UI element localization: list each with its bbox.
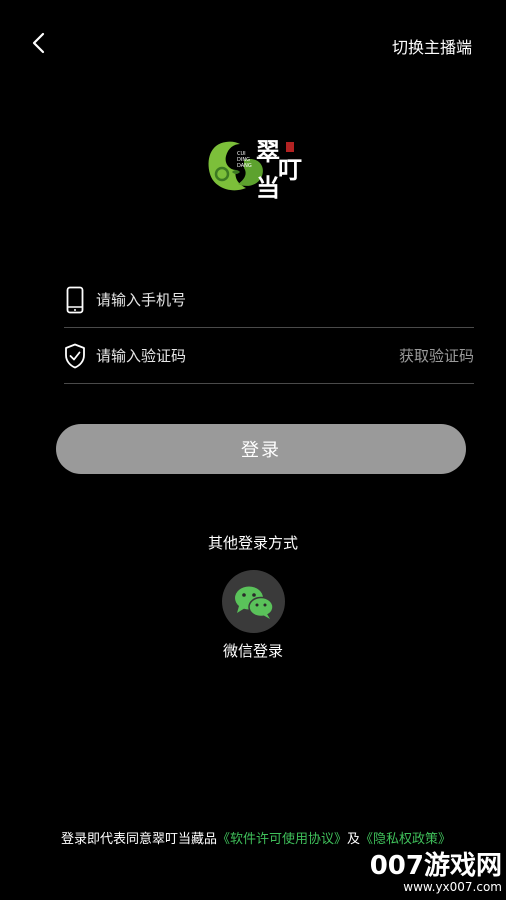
svg-text:翠: 翠 (256, 137, 280, 166)
watermark-brand: 007游戏网 (369, 851, 502, 881)
switch-anchor-link[interactable]: 切换主播端 (392, 34, 472, 58)
agreement-and: 及 (347, 832, 361, 847)
get-code-button[interactable]: 获取验证码 (399, 345, 474, 366)
watermark: 007游戏网 www.yx007.com (370, 852, 502, 894)
svg-text:DANG: DANG (237, 163, 252, 169)
svg-text:当: 当 (256, 173, 280, 200)
wechat-login-button[interactable] (222, 570, 285, 633)
agreement-text: 登录即代表同意翠叮当藏品《软件许可使用协议》及《隐私权政策》 (56, 832, 456, 848)
chevron-left-icon (32, 32, 45, 54)
back-button[interactable] (28, 30, 50, 56)
phone-field (64, 272, 474, 328)
watermark-url: www.yx007.com (403, 880, 502, 894)
software-license-link[interactable]: 《软件许可使用协议》 (217, 832, 347, 847)
shield-check-icon (64, 342, 86, 370)
other-login-title: 其他登录方式 (207, 534, 298, 552)
app-logo: CUI DING DANG 翠 叮 当 (204, 130, 304, 202)
svg-text:叮: 叮 (278, 155, 302, 184)
phone-icon (64, 286, 86, 314)
phone-input[interactable] (96, 290, 474, 309)
login-button[interactable]: 登录 (56, 424, 466, 474)
verification-code-field: 获取验证码 (64, 328, 474, 384)
verification-code-input[interactable] (96, 346, 399, 365)
agreement-prefix: 登录即代表同意翠叮当藏品 (60, 832, 217, 847)
wechat-login-label: 微信登录 (222, 642, 283, 660)
privacy-policy-link[interactable]: 《隐私权政策》 (360, 832, 451, 847)
wechat-icon (234, 586, 274, 619)
